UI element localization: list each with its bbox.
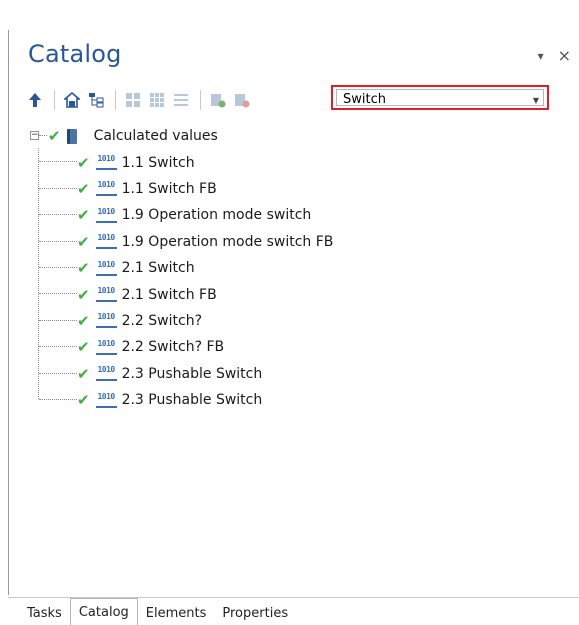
tree-connector	[39, 372, 77, 374]
panel-menu-icon[interactable]: ▾	[538, 49, 544, 63]
catalog-toolbar	[24, 86, 255, 114]
tree-item[interactable]: ✔ 1010 2.3 Pushable Switch	[30, 387, 333, 413]
tree-connector	[39, 161, 77, 163]
tree-item[interactable]: ✔ 1010 2.2 Switch?	[30, 308, 333, 334]
tree-item-label: 2.2 Switch?	[121, 312, 203, 329]
tree-item[interactable]: ✔ 1010 1.1 Switch FB	[30, 176, 333, 202]
check-icon: ✔	[77, 311, 90, 330]
tree-connector	[39, 214, 77, 216]
tree-root[interactable]: − ✔ Calculated values	[30, 123, 333, 149]
tree-item-label: 1.9 Operation mode switch	[121, 207, 312, 224]
calculated-value-icon: 1010	[95, 392, 117, 408]
tree-connector	[39, 240, 77, 242]
remove-catalog-icon[interactable]	[231, 89, 253, 111]
tree-structure-icon[interactable]	[85, 89, 107, 111]
toolbar-separator	[115, 90, 116, 110]
house-icon[interactable]	[61, 89, 83, 111]
tab-catalog[interactable]: Catalog	[69, 598, 138, 625]
tree-connector	[39, 266, 77, 268]
tab-elements[interactable]: Elements	[138, 602, 215, 624]
tree-connector	[39, 346, 77, 348]
up-arrow-icon[interactable]	[24, 89, 46, 111]
check-icon: ✔	[77, 206, 90, 225]
panel-title: Catalog	[28, 40, 122, 68]
tree-item[interactable]: ✔ 1010 2.1 Switch	[30, 255, 333, 281]
calculated-value-icon: 1010	[95, 155, 117, 171]
tree-connector	[39, 398, 77, 400]
tree-item-label: 1.9 Operation mode switch FB	[121, 233, 334, 250]
check-icon: ✔	[77, 179, 90, 198]
check-icon: ✔	[48, 127, 61, 146]
tab-properties[interactable]: Properties	[214, 602, 296, 624]
calculated-value-icon: 1010	[95, 339, 117, 355]
check-icon: ✔	[77, 285, 90, 304]
tree-item[interactable]: ✔ 1010 1.1 Switch	[30, 149, 333, 175]
tree-connector	[39, 187, 77, 189]
catalog-tree: − ✔ Calculated values ✔ 1010 1.1 Switch ✔ 10…	[30, 123, 333, 413]
check-icon: ✔	[77, 391, 90, 410]
chevron-down-icon[interactable]: ▼	[533, 96, 539, 105]
tree-item-label: 1.1 Switch FB	[121, 180, 217, 197]
panel-header-buttons: ▾ ×	[538, 46, 571, 65]
calculated-value-icon: 1010	[95, 234, 117, 250]
tab-tasks[interactable]: Tasks	[19, 602, 70, 624]
calculated-value-icon: 1010	[95, 366, 117, 382]
calculated-value-icon: 1010	[95, 260, 117, 276]
tree-item[interactable]: ✔ 1010 2.2 Switch? FB	[30, 334, 333, 360]
grid-large-icon[interactable]	[122, 89, 144, 111]
tree-connector	[39, 319, 77, 321]
tree-item-label: 2.2 Switch? FB	[121, 339, 225, 356]
calculated-value-icon: 1010	[95, 207, 117, 223]
tree-root-label: Calculated values	[93, 128, 218, 145]
tree-connector	[39, 135, 47, 136]
list-icon[interactable]	[170, 89, 192, 111]
check-icon: ✔	[77, 153, 90, 172]
check-icon: ✔	[77, 364, 90, 383]
tree-item[interactable]: ✔ 1010 1.9 Operation mode switch	[30, 202, 333, 228]
toolbar-separator	[54, 90, 55, 110]
tree-item-label: 2.3 Pushable Switch	[121, 392, 263, 409]
tree-item[interactable]: ✔ 1010 1.9 Operation mode switch FB	[30, 229, 333, 255]
tree-items: ✔ 1010 1.1 Switch ✔ 1010 1.1 Switch FB ✔ 1010 1.…	[30, 149, 333, 413]
search-input[interactable]	[343, 90, 523, 109]
check-icon: ✔	[77, 232, 90, 251]
tree-item[interactable]: ✔ 1010 2.1 Switch FB	[30, 281, 333, 307]
tree-item-label: 2.3 Pushable Switch	[121, 365, 263, 382]
close-icon[interactable]: ×	[558, 46, 571, 65]
tree-item[interactable]: ✔ 1010 2.3 Pushable Switch	[30, 361, 333, 387]
collapse-icon[interactable]: −	[30, 131, 39, 140]
calculated-value-icon: 1010	[95, 287, 117, 303]
panel-border	[8, 30, 9, 595]
toolbar-separator	[200, 90, 201, 110]
tree-item-label: 2.1 Switch	[121, 260, 195, 277]
panel-tabs: Tasks Catalog Elements Properties	[19, 597, 296, 625]
calculated-value-icon: 1010	[95, 313, 117, 329]
catalog-panel: Catalog ▾ × Switch ▼ − ✔ Calculated valu…	[0, 0, 579, 625]
book-icon	[66, 128, 77, 144]
tree-item-label: 1.1 Switch	[121, 154, 195, 171]
calculated-value-icon: 1010	[95, 181, 117, 197]
tree-connector	[39, 293, 77, 295]
search-dropdown[interactable]: ▼	[331, 85, 549, 110]
tree-item-label: 2.1 Switch FB	[121, 286, 217, 303]
grid-small-icon[interactable]	[146, 89, 168, 111]
search-field-border: ▼	[336, 89, 544, 109]
check-icon: ✔	[77, 338, 90, 357]
add-catalog-icon[interactable]	[207, 89, 229, 111]
check-icon: ✔	[77, 259, 90, 278]
